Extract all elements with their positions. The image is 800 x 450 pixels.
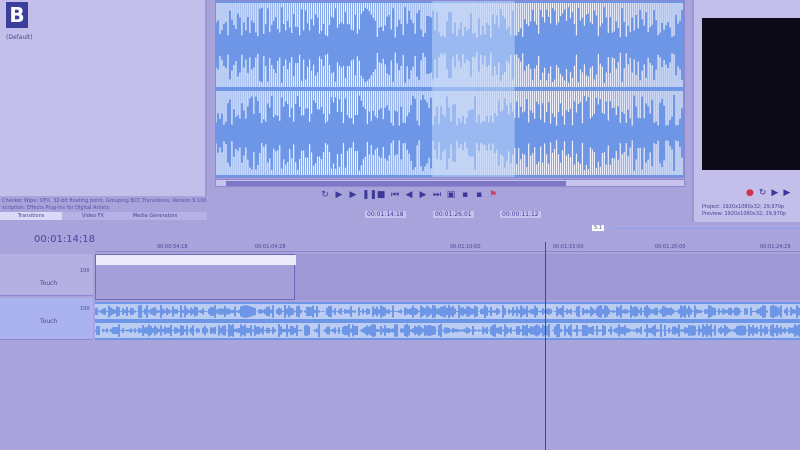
- preset-label[interactable]: (Default): [6, 34, 33, 41]
- in-time: 00:01:14;18: [365, 211, 406, 218]
- project-line: Project: 1920x1080x32; 29,970p: [702, 204, 785, 210]
- explorer-tabs: Transitions Video FX Media Generators: [0, 212, 207, 220]
- track-level[interactable]: 100: [80, 306, 90, 312]
- playhead[interactable]: [545, 242, 546, 450]
- out-time: 00:01:26;01: [433, 211, 474, 218]
- loop-icon[interactable]: ↻: [759, 188, 767, 198]
- track-level[interactable]: 100: [80, 268, 90, 274]
- trimmer-transport: ↻ ▶ ▶ ❚❚ ■ ⏮ ◀ ▶ ⏭ ▣ ▪ ▪ ⚑: [320, 190, 498, 200]
- video-clip[interactable]: [95, 254, 296, 300]
- plugin-description: Checker Wipe: OFX, 32-bit floating point…: [2, 198, 207, 212]
- next-frame-icon[interactable]: ▶: [418, 190, 428, 200]
- ruler-tick: 00:01:10;00: [450, 244, 481, 250]
- trimmer-scrollbar[interactable]: [215, 179, 685, 187]
- video-track-header[interactable]: Touch 100: [0, 254, 93, 296]
- time-ruler[interactable]: 00:00:54;18 00:01:04;28 00:01:10;00 00:0…: [95, 232, 800, 252]
- description-line: Checker Wipe: OFX, 32-bit floating point…: [2, 198, 207, 204]
- video-preview-panel: ● ↻ ▶ ▶ Project: 1920x1080x32; 29,970p Previ…: [692, 0, 800, 222]
- audio-track[interactable]: [94, 302, 800, 340]
- ruler-tick: 00:01:04;28: [255, 244, 286, 250]
- marker-icon[interactable]: ▪: [460, 190, 470, 200]
- cursor-time: 00:01:14;18: [34, 234, 96, 245]
- ruler-tick: 00:01:15;00: [553, 244, 584, 250]
- project-info: Project: 1920x1080x32; 29,970p Preview: 1…: [702, 204, 786, 218]
- marker-flag-icon[interactable]: ⚑: [488, 190, 498, 200]
- play-icon[interactable]: ▶: [348, 190, 358, 200]
- track-headers: Touch 100 Touch 100: [0, 254, 93, 342]
- loop-icon[interactable]: ↻: [320, 190, 330, 200]
- tab-video-fx[interactable]: Video FX: [62, 212, 124, 220]
- preview-line: Preview: 1920x1080x32; 29,970p: [702, 211, 787, 217]
- length-time: 00:00:11;12: [500, 211, 541, 218]
- region-icon[interactable]: ▪: [474, 190, 484, 200]
- selection-region: [432, 1, 515, 177]
- trimmer-waveform[interactable]: [215, 0, 685, 178]
- timeline: 00:01:14;18 5:1 00:00:54;18 00:01:04;28 …: [0, 222, 800, 450]
- ruler-tick: 00:00:54;18: [157, 244, 188, 250]
- clip-thumbnails: [96, 255, 296, 265]
- stop-icon[interactable]: ■: [376, 190, 386, 200]
- compositing-mode[interactable]: Touch: [40, 318, 57, 325]
- play-icon[interactable]: ▶: [771, 188, 778, 198]
- scrollbar-thumb[interactable]: [226, 181, 566, 186]
- record-icon[interactable]: ●: [746, 188, 754, 198]
- pause-icon[interactable]: ❚❚: [362, 190, 377, 200]
- ruler-tick: 00:01:20;00: [655, 244, 686, 250]
- prev-frame-icon[interactable]: ◀: [404, 190, 414, 200]
- tab-transitions[interactable]: Transitions: [0, 212, 62, 220]
- play-icon[interactable]: ▶: [783, 188, 790, 198]
- go-start-icon[interactable]: ⏮: [390, 190, 400, 200]
- video-preview: [702, 18, 800, 170]
- ruler-tick: 00:01:24;29: [760, 244, 791, 250]
- zoom-line: [612, 228, 800, 229]
- zoom-indicator[interactable]: 5:1: [592, 225, 605, 231]
- tab-media-generators[interactable]: Media Generators: [124, 212, 186, 220]
- preview-transport: ● ↻ ▶ ▶: [746, 188, 790, 198]
- explorer-panel: B (Default): [0, 0, 207, 196]
- audio-track-header[interactable]: Touch 100: [0, 298, 93, 340]
- compositing-mode[interactable]: Touch: [40, 280, 57, 287]
- transition-thumbnail[interactable]: B: [6, 2, 28, 28]
- play-from-start-icon[interactable]: ▶: [334, 190, 344, 200]
- selection-icon[interactable]: ▣: [446, 190, 456, 200]
- description-line: scription: Effects Plug-ins for Digital …: [2, 205, 109, 211]
- go-end-icon[interactable]: ⏭: [432, 190, 442, 200]
- video-track[interactable]: [95, 254, 800, 300]
